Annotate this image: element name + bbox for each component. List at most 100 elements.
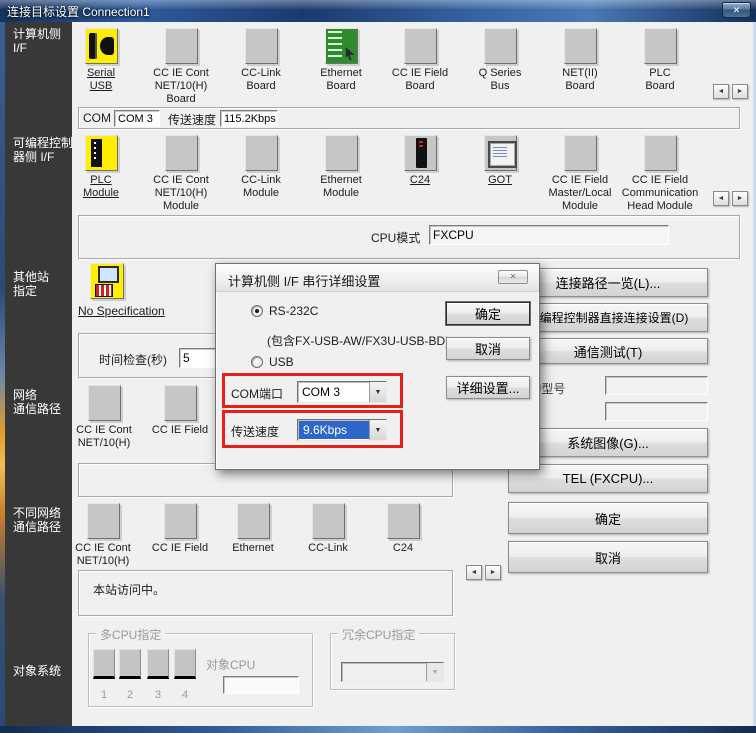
pcif-scroll-right-button[interactable]: ► [732, 84, 748, 99]
plcif-scroll-right-button[interactable]: ► [732, 191, 748, 206]
ccie-field-master-icon [564, 135, 597, 171]
pcif-serial-usb[interactable]: Serial USB [61, 28, 141, 93]
serial-usb-icon [85, 28, 118, 64]
pcif-ccie-cont-board[interactable]: CC IE Cont NET/10(H) Board [141, 28, 221, 106]
netroute-ccie-cont-icon [88, 385, 121, 421]
diffnet-ccie-field[interactable]: CC IE Field [140, 503, 220, 555]
cpu-slot-1-number: 1 [93, 689, 115, 701]
connection-settings-window: 连接目标设置 Connection1 ✕ 计算机侧 I/F 可编程控制 器侧 I… [0, 0, 756, 733]
section-sidebar [5, 22, 72, 726]
status-scroll: ◄ ► [466, 565, 501, 580]
plc-board-icon [644, 28, 677, 64]
plcif-ccie-field-head[interactable]: CC IE Field Communication Head Module [620, 135, 700, 213]
pcif-plc-board[interactable]: PLC Board [620, 28, 700, 93]
status-panel: 本站访问中。 [78, 570, 453, 616]
dialog-cancel-button[interactable]: 取消 [446, 337, 530, 360]
target-cpu-label: 对象CPU [206, 656, 255, 673]
pcif-cclink-board[interactable]: CC-Link Board [221, 28, 301, 93]
diffnet-ccie-field-icon [164, 503, 197, 539]
serial-detail-dialog: 计算机侧 I/F 串行详细设置 ✕ RS-232C (包含FX-USB-AW/F… [215, 263, 540, 470]
speed-dropdown[interactable]: 9.6Kbps ▼ [297, 419, 387, 441]
close-icon: ✕ [733, 5, 741, 15]
redundant-cpu-dropdown-button: ▼ [426, 663, 443, 681]
right-arrow-icon: ► [490, 569, 497, 576]
dialog-ok-button[interactable]: 确定 [446, 302, 530, 325]
cancel-button[interactable]: 取消 [508, 541, 708, 573]
cclink-module-icon [245, 135, 278, 171]
other-station-icon[interactable] [90, 263, 124, 299]
status-scroll-left-button[interactable]: ◄ [466, 565, 482, 580]
multi-cpu-fieldset: 多CPU指定 1 2 3 4 对象CPU [88, 633, 313, 707]
cpu-mode-value-box: FXCPU [429, 225, 669, 245]
redundant-cpu-fieldset: 冗余CPU指定 ▼ [330, 633, 455, 690]
plcif-plc-module[interactable]: PLC Module [61, 135, 141, 200]
got-icon [484, 135, 517, 171]
left-arrow-icon: ◄ [718, 195, 725, 202]
pcif-net2-board[interactable]: NET(II) Board [540, 28, 620, 93]
cpu-slot-3[interactable] [147, 649, 169, 679]
net2-board-icon [564, 28, 597, 64]
chevron-down-icon: ▼ [375, 427, 382, 434]
pcif-ethernet-board[interactable]: Ethernet Board [301, 28, 381, 93]
speed-dropdown-button[interactable]: ▼ [369, 420, 386, 440]
qseries-bus-icon [484, 28, 517, 64]
no-specification-link[interactable]: No Specification [78, 304, 165, 318]
sidebar-item-other-station: 其他站 指定 [13, 270, 49, 298]
rs232c-radio[interactable] [251, 305, 263, 317]
c24-icon [404, 135, 437, 171]
diffnet-ethernet[interactable]: Ethernet [213, 503, 293, 555]
plc-module-icon [85, 135, 118, 171]
netroute-ccie-field[interactable]: CC IE Field [140, 385, 220, 437]
pcif-qseries-bus[interactable]: Q Series Bus [460, 28, 540, 93]
ok-button[interactable]: 确定 [508, 502, 708, 534]
com-port-dropdown-button[interactable]: ▼ [369, 382, 386, 402]
dialog-detail-button[interactable]: 详细设置... [446, 376, 530, 399]
plcif-got[interactable]: GOT [460, 135, 540, 187]
plcif-cclink-module[interactable]: CC-Link Module [221, 135, 301, 200]
plcif-scroll-left-button[interactable]: ◄ [713, 191, 729, 206]
ethernet-board-icon [325, 28, 358, 64]
plcif-ccie-field-master[interactable]: CC IE Field Master/Local Module [540, 135, 620, 213]
dialog-title: 计算机侧 I/F 串行详细设置 [228, 271, 380, 290]
cpu-slot-4[interactable] [174, 649, 196, 679]
left-arrow-icon: ◄ [471, 569, 478, 576]
cpu-slot-4-number: 4 [174, 689, 196, 701]
com-port-value: COM 3 [298, 382, 369, 402]
plcif-ccie-cont-module[interactable]: CC IE Cont NET/10(H) Module [141, 135, 221, 213]
cclink-board-icon [245, 28, 278, 64]
transmission-speed-label: 传送速度 [168, 111, 216, 128]
netroute-ccie-field-icon [164, 385, 197, 421]
pcif-scroll: ◄ ► [713, 84, 748, 99]
dialog-close-button[interactable]: ✕ [498, 270, 528, 284]
target-cpu-box [223, 676, 299, 694]
window-close-button[interactable]: ✕ [722, 2, 751, 18]
ccie-cont-module-icon [165, 135, 198, 171]
usb-radio[interactable] [251, 356, 263, 368]
left-arrow-icon: ◄ [718, 88, 725, 95]
netroute-ccie-cont[interactable]: CC IE Cont NET/10(H) [64, 385, 144, 450]
sidebar-item-pc-if: 计算机侧 I/F [13, 27, 61, 55]
detail-box [605, 402, 708, 421]
com-settings-strip: COM COM 3 传送速度 115.2Kbps [78, 107, 740, 129]
multi-cpu-legend: 多CPU指定 [96, 626, 165, 643]
pcif-ccie-field-board[interactable]: CC IE Field Board [380, 28, 460, 93]
diffnet-ccie-cont[interactable]: CC IE Cont NET/10(H) [63, 503, 143, 568]
pcif-scroll-left-button[interactable]: ◄ [713, 84, 729, 99]
usb-label: USB [269, 355, 294, 369]
chevron-down-icon: ▼ [432, 669, 439, 676]
plcif-c24[interactable]: C24 [380, 135, 460, 187]
redundant-cpu-value [342, 663, 426, 681]
diffnet-ccie-cont-icon [87, 503, 120, 539]
cpu-slot-1[interactable] [93, 649, 115, 679]
com-port-dropdown[interactable]: COM 3 ▼ [297, 381, 387, 403]
diffnet-cclink[interactable]: CC-Link [288, 503, 368, 555]
ccie-field-board-icon [404, 28, 437, 64]
cpu-slot-2[interactable] [119, 649, 141, 679]
speed-value: 9.6Kbps [299, 421, 369, 439]
ccie-field-head-icon [644, 135, 677, 171]
diffnet-c24[interactable]: C24 [363, 503, 443, 555]
status-scroll-right-button[interactable]: ► [485, 565, 501, 580]
diffnet-ethernet-icon [237, 503, 270, 539]
time-check-label: 时间检查(秒) [99, 351, 167, 368]
plcif-ethernet-module[interactable]: Ethernet Module [301, 135, 381, 200]
